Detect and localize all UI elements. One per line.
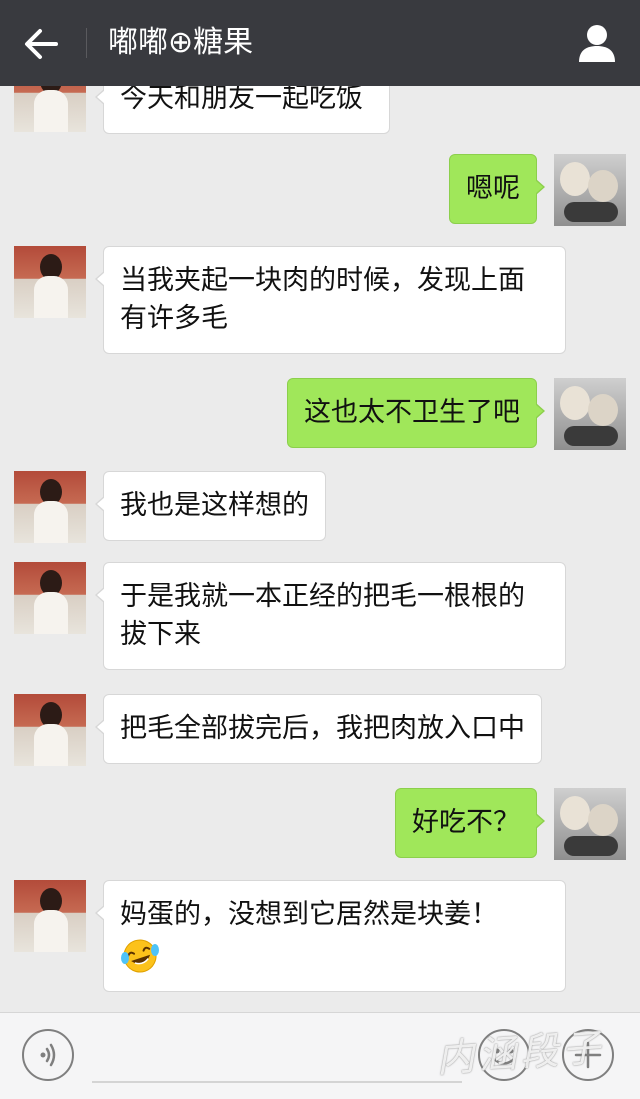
received-message[interactable]: 今天和朋友一起吃饭 xyxy=(95,86,390,134)
sent-message[interactable]: 这也太不卫生了吧 xyxy=(287,378,545,448)
message-text: 把毛全部拔完后，我把肉放入口中 xyxy=(120,713,525,744)
message-list[interactable]: 今天和朋友一起吃饭 嗯呢 当我夹起一块肉的时候，发现上面有许多毛 这也太不卫生了… xyxy=(0,86,640,1012)
contact-avatar[interactable] xyxy=(14,694,86,766)
message-text: 妈蛋的，没想到它居然是块姜！ xyxy=(120,899,498,930)
user-icon xyxy=(579,25,615,62)
message-text: 当我夹起一块肉的时候，发现上面有许多毛 xyxy=(120,265,525,334)
my-avatar[interactable] xyxy=(554,154,626,226)
back-button[interactable] xyxy=(20,22,64,66)
my-avatar[interactable] xyxy=(554,378,626,450)
received-message[interactable]: 妈蛋的，没想到它居然是块姜！ xyxy=(95,880,566,992)
message-text: 我也是这样想的 xyxy=(120,490,309,521)
message-text: 这也太不卫生了吧 xyxy=(304,397,520,428)
message-input[interactable] xyxy=(92,1081,462,1083)
chat-title: 嘟嘟⊕糖果 xyxy=(108,25,254,60)
chat-header: 嘟嘟⊕糖果 xyxy=(0,0,640,86)
chat-info-button[interactable] xyxy=(576,22,618,64)
message-text: 好吃不？ xyxy=(412,807,520,838)
message-text: 于是我就一本正经的把毛一根根的拔下来 xyxy=(120,581,525,650)
crying-laughing-emoji-icon xyxy=(121,939,159,973)
sent-message[interactable]: 嗯呢 xyxy=(449,154,545,224)
contact-avatar[interactable] xyxy=(14,880,86,952)
received-message[interactable]: 当我夹起一块肉的时候，发现上面有许多毛 xyxy=(95,246,566,354)
contact-avatar[interactable] xyxy=(14,471,86,543)
voice-icon xyxy=(40,1043,56,1067)
contact-avatar[interactable] xyxy=(14,86,86,132)
contact-avatar[interactable] xyxy=(14,562,86,634)
voice-input-button[interactable] xyxy=(22,1029,74,1081)
received-message[interactable]: 我也是这样想的 xyxy=(95,471,326,541)
message-text: 嗯呢 xyxy=(466,173,520,204)
received-message[interactable]: 把毛全部拔完后，我把肉放入口中 xyxy=(95,694,542,764)
header-divider xyxy=(86,28,87,58)
message-text: 今天和朋友一起吃饭 xyxy=(120,86,363,114)
my-avatar[interactable] xyxy=(554,788,626,860)
contact-avatar[interactable] xyxy=(14,246,86,318)
watermark-text: 内涵段子 xyxy=(434,1025,606,1081)
received-message[interactable]: 于是我就一本正经的把毛一根根的拔下来 xyxy=(95,562,566,670)
sent-message[interactable]: 好吃不？ xyxy=(395,788,545,858)
arrow-left-icon xyxy=(25,29,58,59)
